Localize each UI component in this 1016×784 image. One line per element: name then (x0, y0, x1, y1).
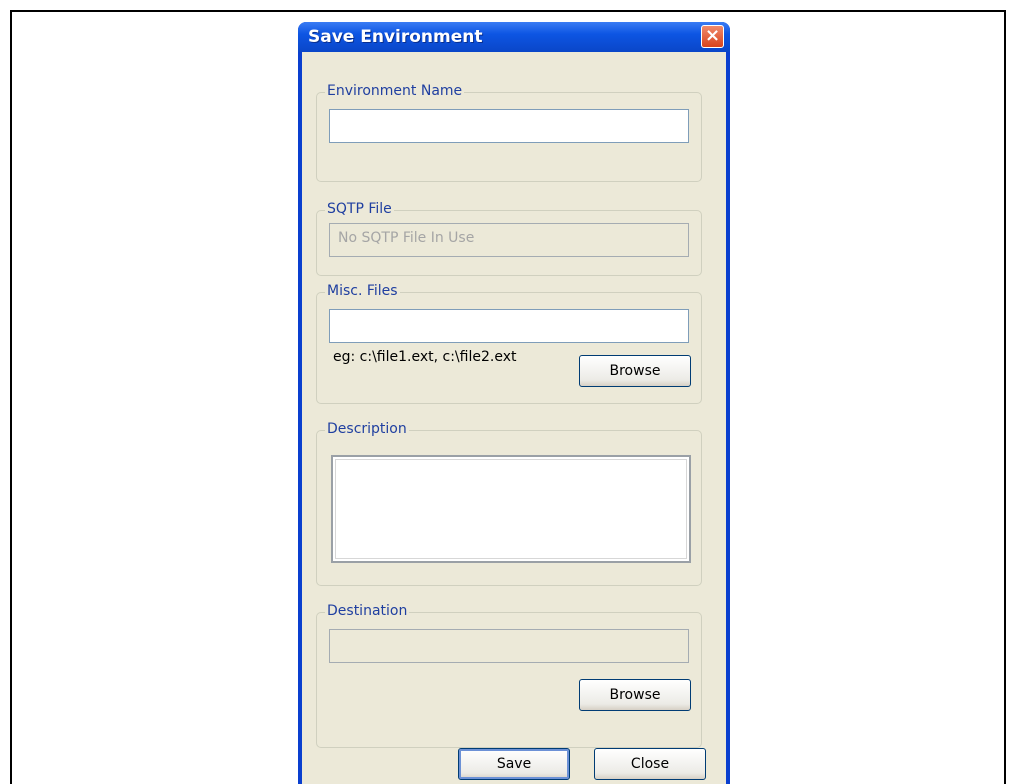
save-environment-dialog: Save Environment × Environment Name SQTP… (298, 22, 730, 784)
destination-browse-button[interactable]: Browse (579, 679, 691, 711)
environment-name-group: Environment Name (316, 83, 702, 182)
misc-files-browse-button[interactable]: Browse (579, 355, 691, 387)
environment-name-input[interactable] (329, 109, 689, 143)
destination-label: Destination (325, 603, 410, 619)
window-title: Save Environment (308, 27, 483, 47)
close-window-button[interactable]: × (701, 25, 724, 48)
close-icon: × (704, 25, 721, 46)
misc-files-hint: eg: c:\file1.ext, c:\file2.ext (333, 349, 517, 365)
misc-files-group: Misc. Files eg: c:\file1.ext, c:\file2.e… (316, 283, 702, 404)
environment-name-label: Environment Name (325, 83, 465, 99)
sqtp-file-group: SQTP File No SQTP File In Use (316, 201, 702, 276)
title-bar[interactable]: Save Environment × (298, 22, 730, 52)
description-group: Description (316, 421, 702, 586)
save-button[interactable]: Save (458, 748, 570, 780)
destination-group: Destination Browse (316, 603, 702, 748)
description-label: Description (325, 421, 409, 437)
misc-files-input[interactable] (329, 309, 689, 343)
destination-field (329, 629, 689, 663)
sqtp-file-field: No SQTP File In Use (329, 223, 689, 257)
description-textarea[interactable] (331, 455, 691, 563)
misc-files-label: Misc. Files (325, 283, 400, 299)
sqtp-file-label: SQTP File (325, 201, 394, 217)
dialog-client-area: Environment Name SQTP File No SQTP File … (302, 52, 726, 784)
close-button[interactable]: Close (594, 748, 706, 780)
